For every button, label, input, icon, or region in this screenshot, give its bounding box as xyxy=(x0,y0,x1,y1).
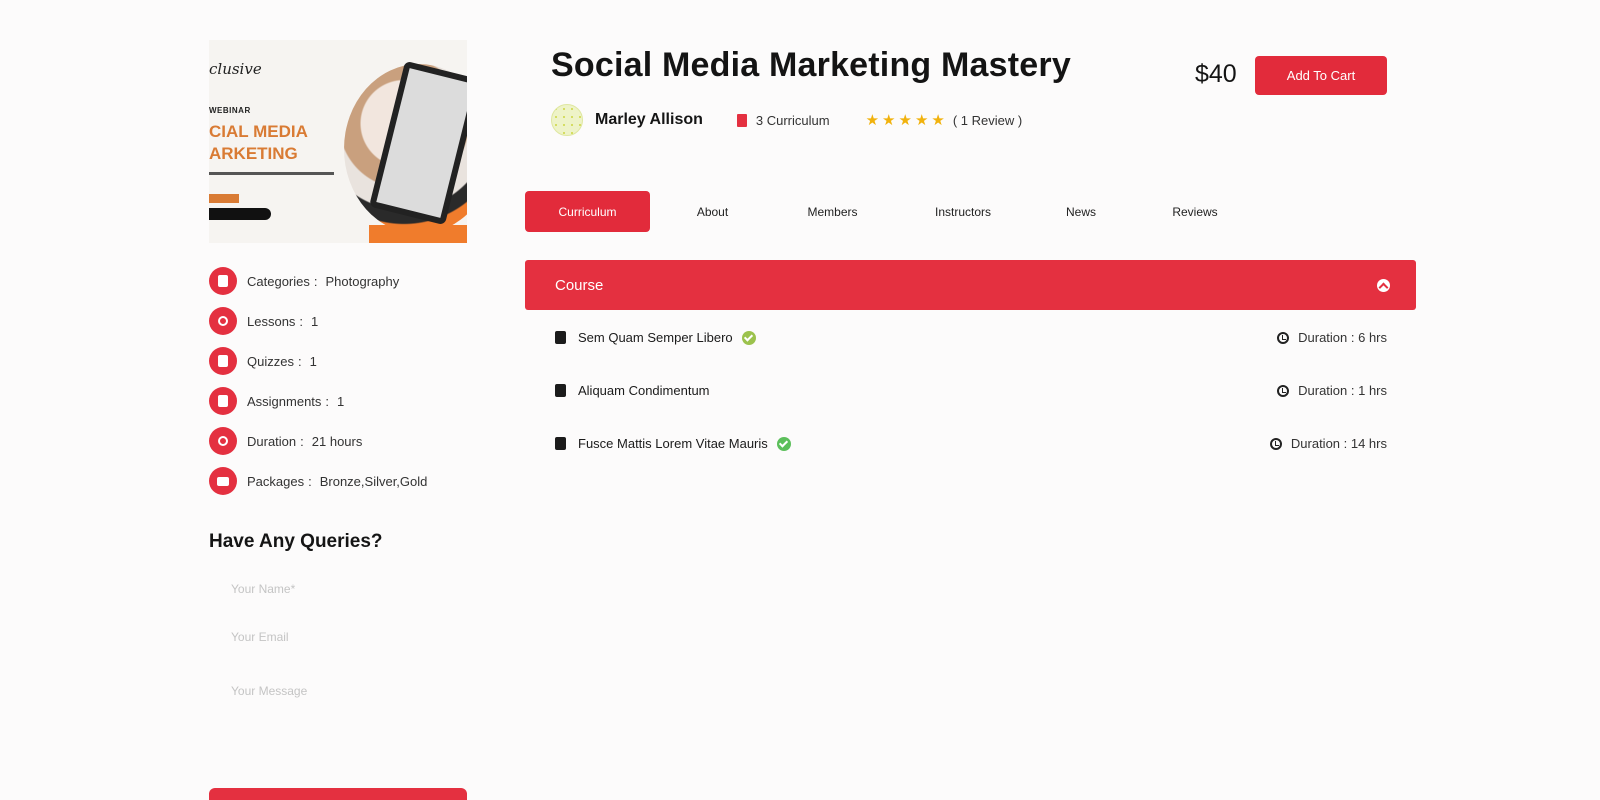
name-field[interactable] xyxy=(209,565,467,613)
curriculum-icon xyxy=(736,113,747,127)
course-accordion-header[interactable]: Course xyxy=(525,260,1416,310)
course-meta-list: Categories : Photography Lessons : 1 Qui… xyxy=(209,261,467,501)
accordion-title: Course xyxy=(555,276,604,294)
star-icon: ★ xyxy=(931,111,945,129)
meta-item-lessons: Lessons : 1 xyxy=(209,301,467,341)
clock-icon xyxy=(1277,384,1290,397)
meta-label: Quizzes xyxy=(247,353,294,369)
course-price: $40 xyxy=(1195,60,1237,88)
meta-separator: : xyxy=(325,393,330,409)
tab-members[interactable]: Members xyxy=(775,191,890,232)
meta-item-quizzes: Quizzes : 1 xyxy=(209,341,467,381)
star-icon: ★ xyxy=(865,111,880,129)
course-sidebar: clusive WEBINAR CIAL MEDIA ARKETING Cate… xyxy=(209,40,467,721)
assignments-icon xyxy=(209,387,237,415)
author-avatar[interactable] xyxy=(551,104,583,136)
add-to-cart-button[interactable]: Add To Cart xyxy=(1255,56,1387,95)
submit-query-button[interactable] xyxy=(209,788,467,800)
list-item[interactable]: Fusce Mattis Lorem Vitae Mauris Duration… xyxy=(555,417,1387,470)
tab-instructors[interactable]: Instructors xyxy=(890,191,1036,232)
thumbnail-brand-text: clusive xyxy=(209,60,262,78)
tab-about[interactable]: About xyxy=(650,191,775,232)
star-icon: ★ xyxy=(882,111,896,129)
meta-separator: : xyxy=(313,273,318,289)
thumbnail-webinar-label: WEBINAR xyxy=(209,106,251,115)
lesson-duration: Duration : 1 hrs xyxy=(1298,383,1387,398)
course-tabs: Curriculum About Members Instructors New… xyxy=(525,191,1264,232)
lesson-title[interactable]: Fusce Mattis Lorem Vitae Mauris xyxy=(578,436,768,451)
meta-item-packages: Packages : Bronze,Silver,Gold xyxy=(209,461,467,501)
review-count[interactable]: ( 1 Review ) xyxy=(953,113,1022,128)
list-item[interactable]: Sem Quam Semper Libero Duration : 6 hrs xyxy=(555,311,1387,364)
meta-label: Categories xyxy=(247,273,310,289)
meta-value: 1 xyxy=(337,393,345,409)
meta-value: 1 xyxy=(309,353,317,369)
lesson-duration: Duration : 14 hrs xyxy=(1290,436,1387,451)
meta-label: Duration xyxy=(247,433,297,449)
document-icon xyxy=(555,384,566,397)
course-byline: Marley Allison 3 Curriculum ★ ★ ★ ★ ★ ( … xyxy=(551,104,1022,136)
lesson-list: Sem Quam Semper Libero Duration : 6 hrs … xyxy=(555,311,1387,470)
tab-reviews[interactable]: Reviews xyxy=(1126,191,1264,232)
check-badge-icon xyxy=(741,330,756,345)
course-title: Social Media Marketing Mastery xyxy=(551,46,1071,84)
lesson-duration: Duration : 6 hrs xyxy=(1298,330,1387,345)
rating-stars: ★ ★ ★ ★ ★ xyxy=(866,113,945,128)
course-thumbnail: clusive WEBINAR CIAL MEDIA ARKETING xyxy=(209,40,467,243)
clock-icon xyxy=(1269,437,1282,450)
category-icon xyxy=(209,267,237,295)
meta-item-categories: Categories : Photography xyxy=(209,261,467,301)
thumbnail-headline-line2: ARKETING xyxy=(209,144,298,163)
meta-item-assignments: Assignments : 1 xyxy=(209,381,467,421)
duration-icon xyxy=(209,427,237,455)
lesson-title[interactable]: Sem Quam Semper Libero xyxy=(578,330,733,345)
list-item[interactable]: Aliquam Condimentum Duration : 1 hrs xyxy=(555,364,1387,417)
message-field[interactable] xyxy=(209,661,467,721)
meta-item-duration: Duration : 21 hours xyxy=(209,421,467,461)
clock-icon xyxy=(1277,331,1290,344)
lesson-title[interactable]: Aliquam Condimentum xyxy=(578,383,710,398)
meta-value: Photography xyxy=(325,273,400,289)
thumbnail-headline-line1: CIAL MEDIA xyxy=(209,122,308,141)
meta-value: 1 xyxy=(311,313,319,329)
check-badge-icon xyxy=(776,436,791,451)
email-field[interactable] xyxy=(209,613,467,661)
thumbnail-tag xyxy=(209,194,239,203)
meta-label: Packages xyxy=(247,473,305,489)
quizzes-icon xyxy=(209,347,237,375)
lessons-icon xyxy=(209,307,237,335)
meta-value: 21 hours xyxy=(311,433,363,449)
meta-label: Lessons xyxy=(247,313,296,329)
chevron-up-icon[interactable] xyxy=(1377,278,1390,292)
book-icon xyxy=(555,437,566,450)
queries-title: Have Any Queries? xyxy=(209,531,383,552)
star-icon: ★ xyxy=(898,111,912,129)
curriculum-count: 3 Curriculum xyxy=(755,112,830,128)
thumbnail-orange-base xyxy=(369,225,467,243)
meta-value: Bronze,Silver,Gold xyxy=(319,473,428,489)
thumbnail-cta-pill xyxy=(209,208,271,220)
tab-news[interactable]: News xyxy=(1036,191,1126,232)
meta-separator: : xyxy=(297,353,302,369)
packages-icon xyxy=(209,467,237,495)
tab-curriculum[interactable]: Curriculum xyxy=(525,191,650,232)
star-icon: ★ xyxy=(914,111,929,129)
meta-separator: : xyxy=(300,433,304,449)
meta-separator: : xyxy=(299,313,304,329)
author-name[interactable]: Marley Allison xyxy=(595,111,703,129)
quiz-icon xyxy=(555,331,566,344)
meta-label: Assignments xyxy=(247,393,322,409)
thumbnail-subtext-bar xyxy=(209,172,334,175)
meta-separator: : xyxy=(308,473,312,489)
